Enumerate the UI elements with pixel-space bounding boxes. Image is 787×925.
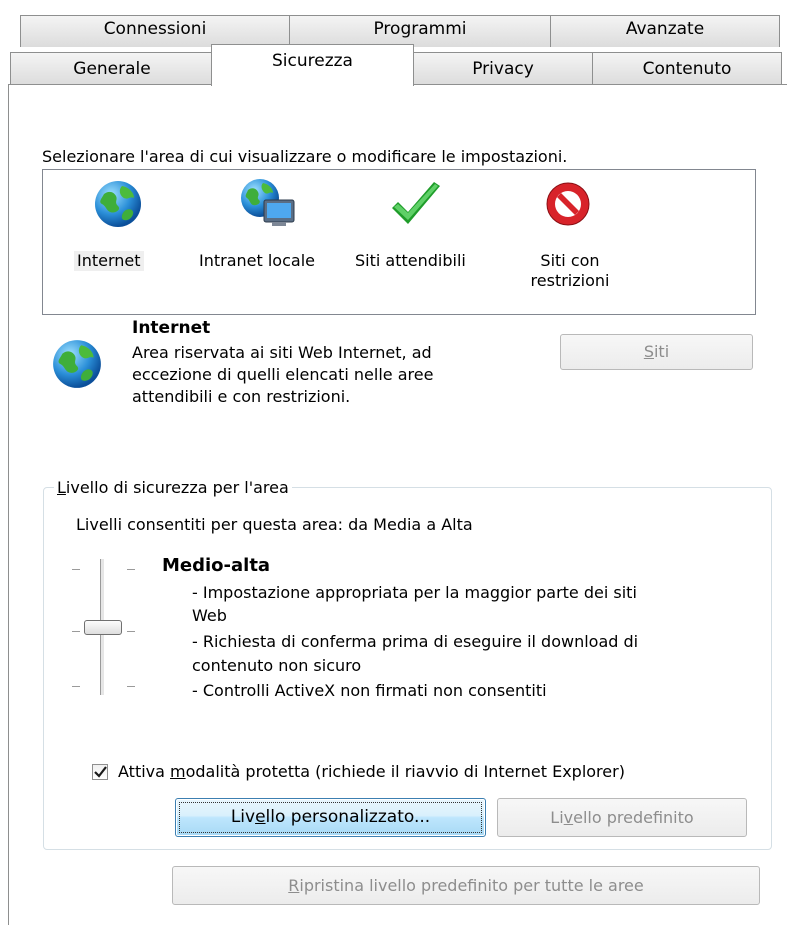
checkmark-icon <box>388 180 444 235</box>
tab-generale[interactable]: Generale <box>10 52 214 85</box>
security-level-desc-3: - Richiesta di conferma prima di eseguir… <box>192 632 639 651</box>
security-level-group-title: Livello di sicurezza per l'area <box>54 478 292 497</box>
security-level-desc-4: contenuto non sicuro <box>192 656 362 675</box>
sites-button[interactable]: Siti <box>560 334 753 370</box>
zone-info-globe-icon <box>50 337 104 396</box>
tab-sicurezza[interactable]: Sicurezza <box>211 44 414 86</box>
reset-all-zones-button[interactable]: Ripristina livello predefinito per tutte… <box>172 866 760 905</box>
security-level-desc-2: Web <box>192 606 227 625</box>
zone-label: Internet <box>74 251 144 271</box>
zone-restricted-sites[interactable]: Siti con restrizioni <box>515 176 625 296</box>
slider-thumb[interactable] <box>84 620 122 635</box>
security-level-group <box>43 487 772 850</box>
globe-icon <box>92 178 144 235</box>
zone-label: Siti attendibili <box>355 251 466 270</box>
protected-mode-checkbox[interactable] <box>92 764 108 780</box>
security-level-name: Medio-alta <box>162 555 271 576</box>
tab-connessioni[interactable]: Connessioni <box>20 15 290 47</box>
custom-level-button[interactable]: Livello personalizzato... <box>175 798 486 837</box>
protected-mode-label[interactable]: Attiva modalità protetta (richiede il ri… <box>118 762 625 781</box>
zone-label: Intranet locale <box>199 251 315 270</box>
tab-privacy[interactable]: Privacy <box>413 52 593 85</box>
zone-trusted-sites[interactable]: Siti attendibili <box>352 176 487 276</box>
checkmark-icon <box>94 766 107 778</box>
security-level-desc-5: - Controlli ActiveX non firmati non cons… <box>192 681 547 700</box>
zone-intranet[interactable]: Intranet locale <box>196 176 346 276</box>
zone-info-desc-1: Area riservata ai siti Web Internet, ad <box>132 343 432 362</box>
tab-contenuto[interactable]: Contenuto <box>592 52 782 85</box>
zone-info-desc-2: eccezione di quelli elencati nelle aree <box>132 365 434 384</box>
allowed-levels-text: Livelli consentiti per questa area: da M… <box>76 515 473 534</box>
zone-info-title: Internet <box>132 318 211 338</box>
tab-avanzate[interactable]: Avanzate <box>550 15 780 47</box>
restricted-icon <box>544 180 592 233</box>
security-level-desc-1: - Impostazione appropriata per la maggio… <box>192 583 637 602</box>
zone-info-desc-3: attendibili e con restrizioni. <box>132 387 351 406</box>
zone-label: Siti con restrizioni <box>530 251 610 290</box>
default-level-button[interactable]: Livello predefinito <box>497 798 747 837</box>
intranet-icon <box>238 176 298 235</box>
tab-programmi[interactable]: Programmi <box>289 15 551 47</box>
zone-prompt: Selezionare l'area di cui visualizzare o… <box>42 147 568 166</box>
zone-internet[interactable]: Internet <box>70 178 170 278</box>
